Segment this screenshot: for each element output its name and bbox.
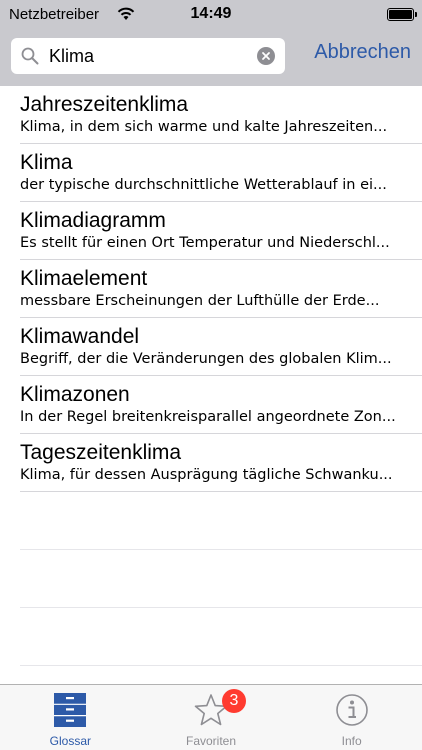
item-title: Jahreszeitenklima [20,93,189,116]
tab-label: Favoriten [185,734,237,748]
item-description: Klima, in dem sich warme und kalte Jahre… [20,119,388,135]
list-item[interactable]: Tageszeitenklima Klima, für dessen Auspr… [20,434,422,492]
search-input[interactable] [49,38,249,74]
item-title: Tageszeitenklima [20,441,182,464]
drawer-icon [54,693,87,727]
list-item[interactable]: Klimazonen In der Regel breitenkreispara… [20,376,422,434]
list-item[interactable]: Klimadiagramm Es stellt für einen Ort Te… [20,202,422,260]
empty-row [20,492,422,550]
tab-info[interactable]: Info [281,685,422,750]
search-header: Netzbetreiber 14:49 Abbrechen [0,0,422,86]
battery-icon [387,8,417,21]
favorites-badge: 3 [222,689,246,713]
item-description: messbare Erscheinungen der Lufthülle der… [20,293,380,309]
search-box[interactable] [11,38,285,74]
tab-label: Glossar [49,734,91,748]
item-title: Klima [20,151,73,174]
empty-row [20,608,422,666]
cancel-button[interactable]: Abbrechen [314,41,411,64]
clear-icon[interactable] [257,47,275,65]
list-item[interactable]: Klimaelement messbare Erscheinungen der … [20,260,422,318]
empty-row [20,550,422,608]
item-title: Klimazonen [20,383,130,406]
search-icon [21,47,39,65]
item-description: der typische durchschnittliche Wetterabl… [20,177,387,193]
list-item[interactable]: Klima der typische durchschnittliche Wet… [20,144,422,202]
list-item[interactable]: Klimawandel Begriff, der die Veränderung… [20,318,422,376]
tab-glossar[interactable]: Glossar [0,685,141,750]
list-item[interactable]: Jahreszeitenklima Klima, in dem sich war… [20,86,422,144]
status-bar: Netzbetreiber 14:49 [0,0,422,30]
tab-label: Info [341,734,362,748]
item-description: Es stellt für einen Ort Temperatur und N… [20,235,390,251]
item-description: Begriff, der die Veränderungen des globa… [20,351,392,367]
tab-bar: Glossar Favoriten Info 3 [0,684,422,750]
item-title: Klimadiagramm [20,209,166,232]
item-title: Klimaelement [20,267,148,290]
item-description: In der Regel breitenkreisparallel angeor… [20,409,396,425]
item-title: Klimawandel [20,325,140,348]
info-icon [335,694,368,726]
item-description: Klima, für dessen Ausprägung tägliche Sc… [20,467,393,483]
tab-favoriten[interactable]: Favoriten [141,685,282,750]
result-list: Jahreszeitenklima Klima, in dem sich war… [0,86,422,666]
clock: 14:49 [190,5,232,22]
